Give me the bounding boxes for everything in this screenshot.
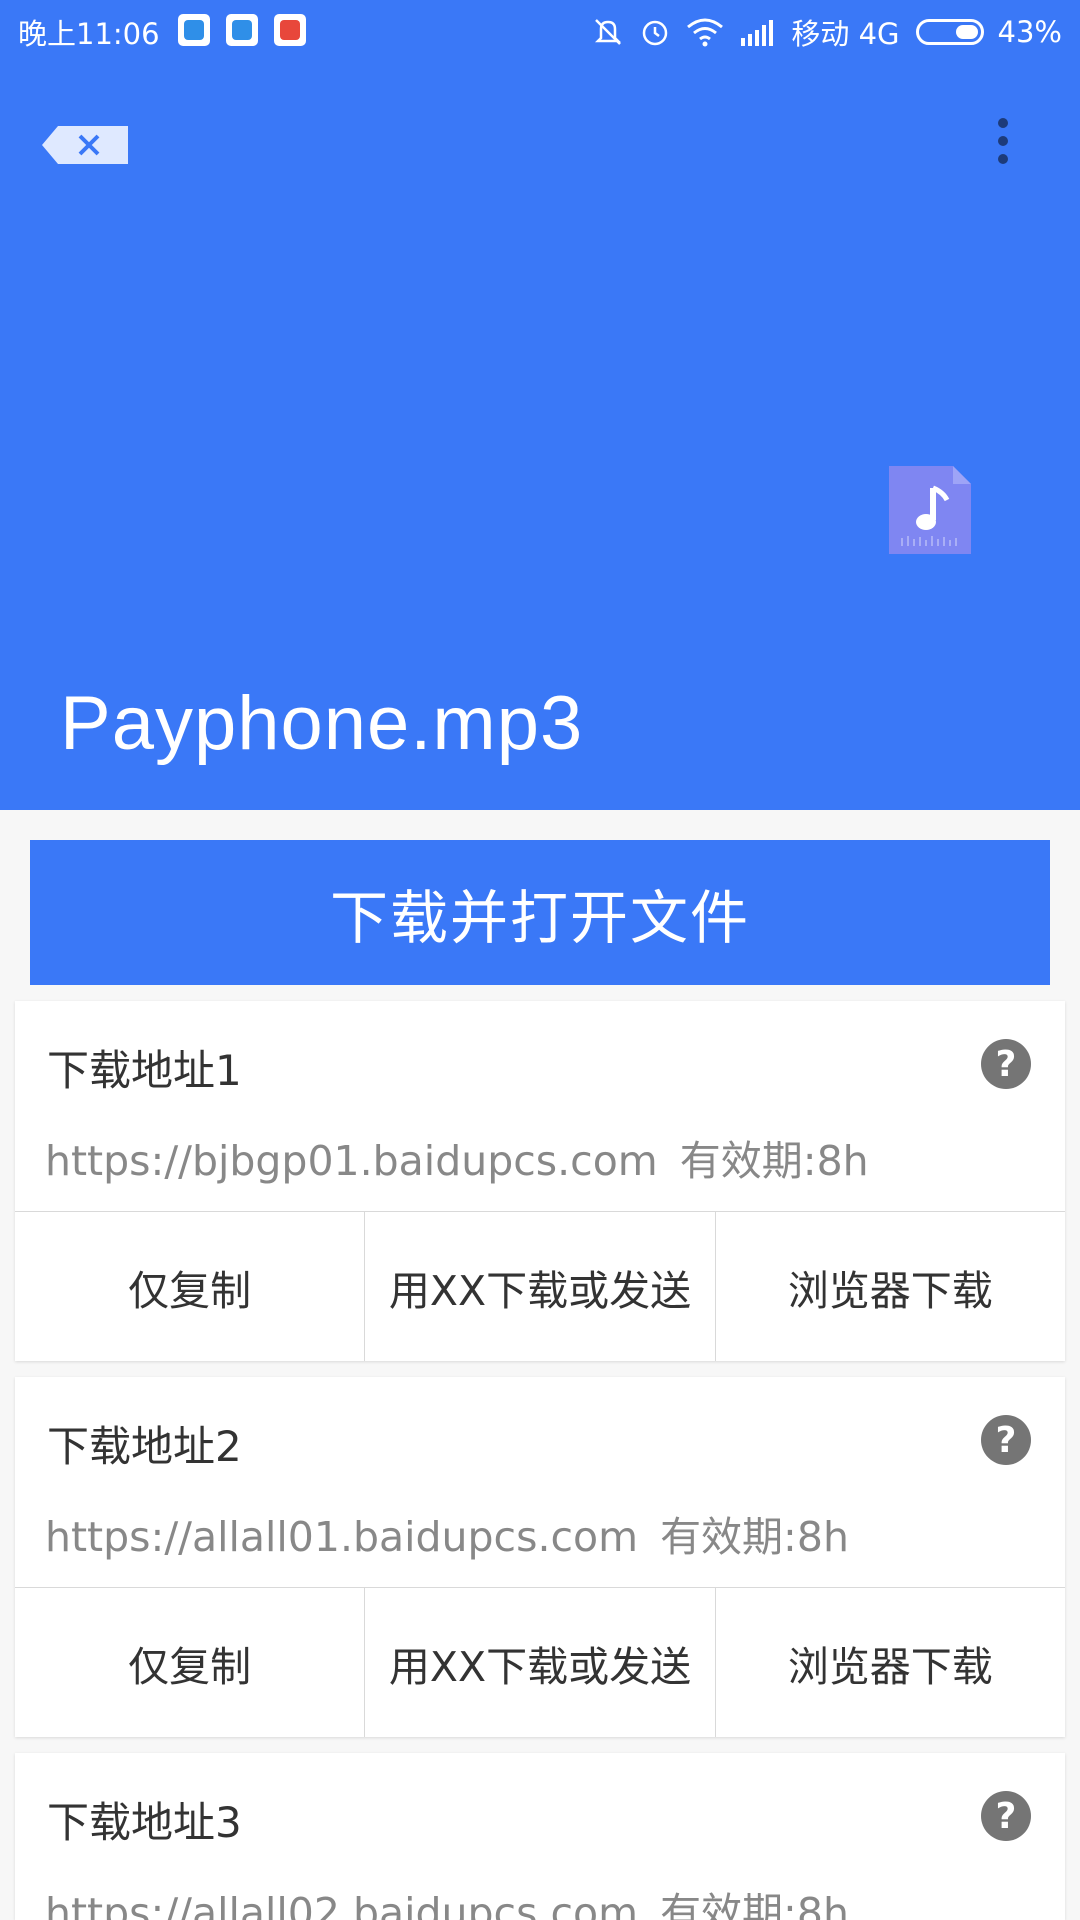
link-expiry: 有效期:8h: [679, 1137, 869, 1185]
link-title: 下载地址2: [47, 1422, 242, 1471]
browser-download-button[interactable]: 浏览器下载: [714, 1212, 1065, 1361]
copy-only-button[interactable]: 仅复制: [15, 1588, 364, 1737]
battery-percent: 43%: [997, 15, 1062, 49]
mute-icon: [591, 16, 625, 48]
download-link-card: 下载地址1 ? https://bjbgp01.baidupcs.com 有效期:…: [15, 1001, 1065, 1361]
carrier-label: 移动 4G: [791, 17, 900, 51]
status-time: 晚上11:06: [18, 17, 160, 51]
link-expiry: 有效期:8h: [660, 1513, 849, 1561]
link-url-row: https://allall01.baidupcs.com 有效期:8h: [45, 1503, 849, 1563]
help-icon[interactable]: ?: [981, 1039, 1031, 1089]
link-url-row: https://allall02.baidupcs.com 有效期:8h: [45, 1879, 849, 1920]
copy-only-button[interactable]: 仅复制: [15, 1212, 364, 1361]
download-link-card: 下载地址2 ? https://allall01.baidupcs.com 有效期…: [15, 1377, 1065, 1737]
file-name: Payphone.mp3: [60, 681, 584, 766]
backspace-close-icon[interactable]: [40, 122, 130, 168]
link-url-row: https://bjbgp01.baidupcs.com 有效期:8h: [45, 1127, 869, 1187]
link-title: 下载地址1: [47, 1046, 242, 1095]
alarm-icon: [639, 16, 671, 48]
download-link-card: 下载地址3 ? https://allall02.baidupcs.com 有效期…: [15, 1753, 1065, 1920]
help-icon[interactable]: ?: [981, 1415, 1031, 1465]
status-right: 移动 4G 43%: [577, 11, 1062, 53]
app-notification-icon: [178, 14, 210, 46]
link-expiry: 有效期:8h: [660, 1889, 849, 1920]
help-icon[interactable]: ?: [981, 1791, 1031, 1841]
download-or-send-button[interactable]: 用XX下载或发送: [364, 1588, 714, 1737]
link-url: https://allall01.baidupcs.com: [45, 1513, 639, 1561]
link-url: https://bjbgp01.baidupcs.com: [45, 1137, 658, 1185]
wifi-icon: [685, 17, 725, 47]
link-url: https://allall02.baidupcs.com: [45, 1889, 639, 1920]
link-actions: 仅复制 用XX下载或发送 浏览器下载: [15, 1587, 1065, 1737]
browser-download-button[interactable]: 浏览器下载: [714, 1588, 1065, 1737]
download-or-send-button[interactable]: 用XX下载或发送: [364, 1212, 714, 1361]
link-actions: 仅复制 用XX下载或发送 浏览器下载: [15, 1211, 1065, 1361]
signal-icon: [739, 18, 777, 46]
link-title: 下载地址3: [47, 1798, 242, 1847]
more-vertical-icon[interactable]: [998, 118, 1008, 170]
status-bar: 晚上11:06 移动 4G 43%: [0, 0, 1080, 60]
app-notification-icon: [226, 14, 258, 46]
download-and-open-button[interactable]: 下载并打开文件: [30, 840, 1050, 985]
battery-icon: [915, 19, 984, 45]
download-notification-icon: [274, 14, 306, 46]
music-file-icon: [889, 466, 971, 554]
